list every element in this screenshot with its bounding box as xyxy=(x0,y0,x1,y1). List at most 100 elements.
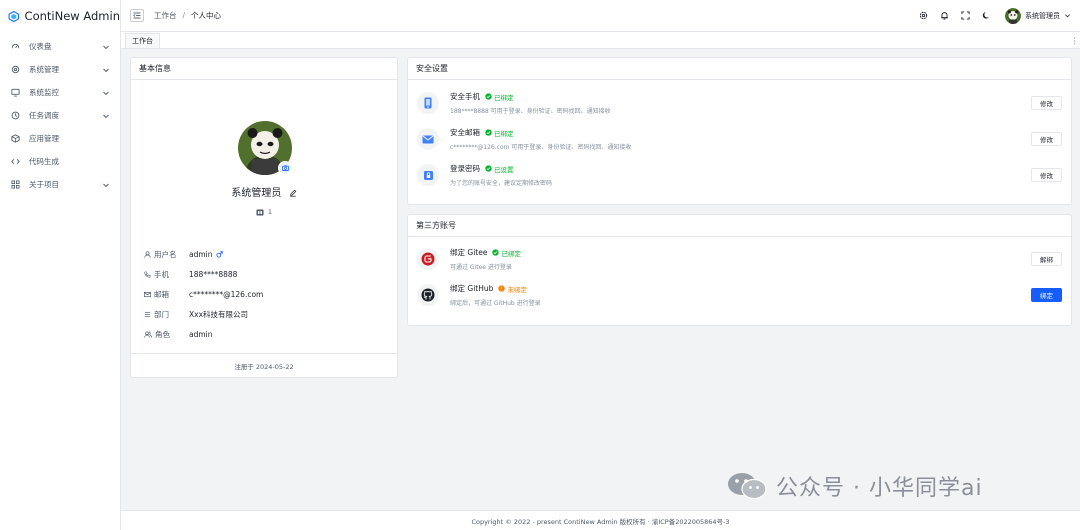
male-icon xyxy=(215,250,223,258)
check-circle-icon xyxy=(485,93,492,100)
status-text: 已绑定 xyxy=(501,249,521,258)
modify-email-button[interactable]: 修改 xyxy=(1031,132,1062,146)
card-title: 第三方账号 xyxy=(408,215,1071,237)
third-party-accounts-card: 第三方账号 绑定 Gitee 已绑定 可通过 Gitee 进行登录 解绑 绑定 … xyxy=(407,214,1072,326)
sidebar-item-system-management[interactable]: 系统管理 xyxy=(0,58,120,81)
more-vertical-icon xyxy=(1073,37,1076,44)
sidebar-item-dashboard[interactable]: 仪表盘 xyxy=(0,35,120,58)
info-value: admin xyxy=(189,329,213,339)
security-row-email: 安全邮箱 已绑定 c********@126.com 可用于登录、身份验证、密码… xyxy=(417,124,1062,154)
profile-nickname-row: 系统管理员 xyxy=(131,184,397,199)
info-label-text: 角色 xyxy=(155,329,170,339)
gear-icon xyxy=(919,11,928,20)
user-id-value: 1 xyxy=(267,208,273,216)
info-value: 188****8888 xyxy=(189,269,238,279)
row-description: 为了您的账号安全，建议定期修改密码 xyxy=(450,180,553,187)
security-row-phone: 安全手机 已绑定 188****8888 可用于登录、身份验证、密码找回、通知接… xyxy=(417,88,1062,118)
row-title: 安全邮箱 已绑定 xyxy=(450,127,1031,138)
chevron-down-icon xyxy=(103,91,109,95)
sidebar: ContiNew Admin 仪表盘 系统管理 系统监控 任务调度 应用管理 代… xyxy=(0,0,121,530)
tab-more-button[interactable] xyxy=(1073,33,1076,48)
app-title: ContiNew Admin xyxy=(24,9,120,23)
sidebar-item-code-generation[interactable]: 代码生成 xyxy=(0,150,120,173)
sidebar-item-about-project[interactable]: 关于项目 xyxy=(0,173,120,196)
modify-phone-button[interactable]: 修改 xyxy=(1031,96,1062,110)
sidebar-item-label: 关于项目 xyxy=(29,180,59,189)
fullscreen-icon xyxy=(961,11,970,20)
sidebar-item-task-schedule[interactable]: 任务调度 xyxy=(0,104,120,127)
user-name: 系统管理员 xyxy=(1025,11,1060,20)
row-title-text: 登录密码 xyxy=(450,164,480,173)
status-text: 已设置 xyxy=(494,165,514,174)
sidebar-item-label: 系统管理 xyxy=(29,65,59,74)
phone-icon xyxy=(417,92,439,114)
bind-github-button[interactable]: 绑定 xyxy=(1031,288,1062,302)
status-badge: 已设置 xyxy=(485,164,514,174)
info-label-text: 部门 xyxy=(154,309,169,319)
role-icon xyxy=(144,330,152,338)
unbind-gitee-button[interactable]: 解绑 xyxy=(1031,252,1062,266)
sidebar-item-app-management[interactable]: 应用管理 xyxy=(0,127,120,150)
theme-toggle-button[interactable] xyxy=(982,11,991,20)
schedule-icon xyxy=(11,111,20,120)
app-logo[interactable]: ContiNew Admin xyxy=(0,0,120,32)
row-text: 绑定 Gitee 已绑定 可通过 Gitee 进行登录 xyxy=(450,247,1031,271)
status-badge: 已绑定 xyxy=(492,248,521,258)
email-icon xyxy=(417,128,439,150)
sidebar-item-label: 仪表盘 xyxy=(29,42,52,51)
moon-icon xyxy=(982,12,989,19)
info-value: c********@126.com xyxy=(189,289,264,299)
sidebar-item-label: 任务调度 xyxy=(29,111,59,120)
id-card-icon xyxy=(256,209,264,215)
top-header: 工作台 / 个人中心 系统管理员 xyxy=(121,0,1080,32)
monitor-icon xyxy=(11,88,20,97)
fullscreen-button[interactable] xyxy=(961,11,970,20)
app-icon xyxy=(11,134,20,143)
basic-info-card: 基本信息 系统管理员 1 用户名 admin 手机 188****8888 邮箱… xyxy=(130,57,398,378)
phone-icon xyxy=(144,271,151,278)
security-settings-card: 安全设置 安全手机 已绑定 188****8888 可用于登录、身份验证、密码找… xyxy=(407,57,1072,205)
settings-button[interactable] xyxy=(919,11,928,20)
row-title-text: 绑定 Gitee xyxy=(450,248,488,257)
chevron-down-icon xyxy=(103,183,109,187)
breadcrumb: 工作台 / 个人中心 xyxy=(154,10,221,21)
card-title: 基本信息 xyxy=(131,58,397,80)
third-party-row-github: 绑定 GitHub 未绑定 绑定后，可通过 GitHub 进行登录 绑定 xyxy=(417,280,1062,310)
avatar-upload-button[interactable] xyxy=(278,161,292,175)
row-title-text: 绑定 GitHub xyxy=(450,284,494,293)
breadcrumb-workbench[interactable]: 工作台 xyxy=(154,10,177,21)
check-circle-icon xyxy=(492,249,500,256)
menu-collapse-button[interactable] xyxy=(130,9,144,22)
row-description: 188****8888 可用于登录、身份验证、密码找回、通知接收 xyxy=(450,108,611,115)
row-title-text: 安全手机 xyxy=(450,92,480,101)
notification-button[interactable] xyxy=(940,11,949,20)
sidebar-item-label: 应用管理 xyxy=(29,134,59,143)
edit-icon[interactable] xyxy=(289,189,297,197)
user-menu[interactable]: 系统管理员 xyxy=(1005,7,1071,24)
tab-bar: 工作台 xyxy=(121,32,1080,49)
row-description: 绑定后，可通过 GitHub 进行登录 xyxy=(450,300,541,307)
logo-icon xyxy=(8,10,20,22)
row-title: 安全手机 已绑定 xyxy=(450,91,1031,102)
modify-password-button[interactable]: 修改 xyxy=(1031,168,1062,182)
info-label-text: 邮箱 xyxy=(154,289,169,299)
email-icon xyxy=(144,291,151,297)
info-label: 部门 xyxy=(144,309,189,320)
chevron-down-icon xyxy=(1065,14,1070,18)
chevron-down-icon xyxy=(103,68,109,72)
bell-icon xyxy=(941,12,948,20)
apps-grid-icon xyxy=(11,180,20,189)
profile-info-list: 用户名 admin 手机 188****8888 邮箱 c********@12… xyxy=(144,244,387,344)
check-circle-icon xyxy=(485,165,492,172)
github-icon xyxy=(417,284,439,306)
warning-circle-icon xyxy=(498,285,506,292)
tab-workbench[interactable]: 工作台 xyxy=(125,33,160,48)
row-text: 绑定 GitHub 未绑定 绑定后，可通过 GitHub 进行登录 xyxy=(450,283,1031,307)
gitee-icon xyxy=(417,248,439,270)
breadcrumb-separator: / xyxy=(182,11,186,20)
username-value: admin xyxy=(189,249,213,259)
avatar xyxy=(1005,7,1021,24)
watermark-text: 公众号 · 小华同学ai xyxy=(776,476,983,501)
sidebar-item-system-monitor[interactable]: 系统监控 xyxy=(0,81,120,104)
row-description: c********@126.com 可用于登录、身份验证、密码找回、通知接收 xyxy=(450,144,632,151)
